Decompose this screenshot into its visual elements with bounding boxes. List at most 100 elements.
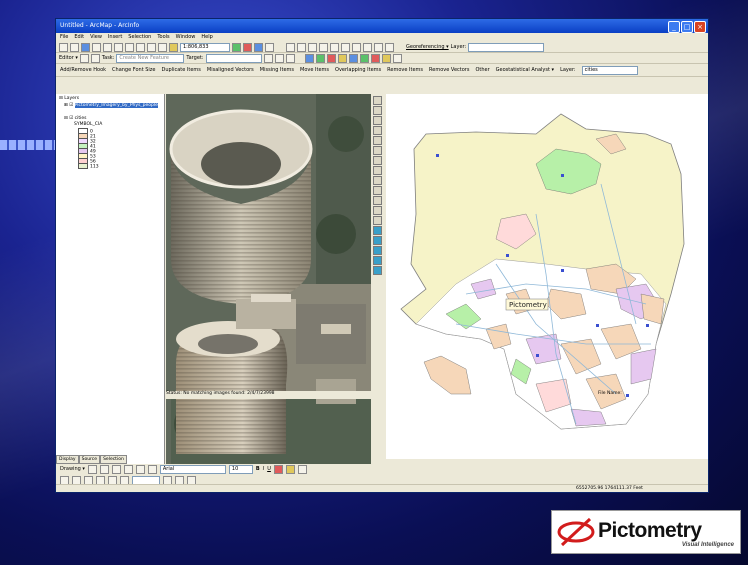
task-field[interactable]: Create New Feature bbox=[116, 53, 185, 63]
full-extent-icon[interactable] bbox=[319, 42, 328, 52]
measure-icon[interactable] bbox=[385, 42, 394, 52]
save-icon[interactable] bbox=[81, 42, 90, 52]
pan-icon[interactable] bbox=[308, 42, 317, 52]
qc-remove-items[interactable]: Remove Items bbox=[387, 67, 423, 73]
measure-distance-icon[interactable] bbox=[372, 156, 382, 165]
zoom-in-icon[interactable] bbox=[286, 42, 295, 52]
zoom-out-icon[interactable] bbox=[297, 42, 306, 52]
tab-source[interactable]: Source bbox=[78, 455, 101, 464]
open-icon[interactable] bbox=[70, 42, 79, 52]
qc-move-items[interactable]: Move Items bbox=[300, 67, 329, 73]
qc-overlapping-items[interactable]: Overlapping Items bbox=[335, 67, 381, 73]
menu-file[interactable]: File bbox=[60, 33, 68, 42]
sketch-tool-icon[interactable] bbox=[90, 53, 100, 63]
find-icon[interactable] bbox=[374, 42, 383, 52]
editor-toolbar-icon[interactable] bbox=[232, 42, 241, 52]
stop-icon[interactable] bbox=[326, 53, 336, 63]
rotate-icon[interactable] bbox=[99, 464, 109, 474]
menu-selection[interactable]: Selection bbox=[128, 33, 151, 42]
arctoolbox-icon[interactable] bbox=[243, 42, 252, 52]
menu-tools[interactable]: Tools bbox=[157, 33, 169, 42]
text-tool-icon[interactable] bbox=[135, 464, 145, 474]
split-tool-icon[interactable] bbox=[263, 53, 273, 63]
map-view[interactable]: Pictometry bbox=[386, 94, 708, 459]
forward-extent-icon[interactable] bbox=[341, 42, 350, 52]
font-color-icon[interactable] bbox=[273, 464, 283, 474]
qc-change-font-size[interactable]: Change Font Size bbox=[112, 67, 155, 73]
navigate-icon[interactable] bbox=[372, 106, 382, 115]
select-arrow-icon[interactable] bbox=[372, 96, 382, 105]
menu-insert[interactable]: Insert bbox=[108, 33, 122, 42]
menu-help[interactable]: Help bbox=[201, 33, 212, 42]
print-icon[interactable] bbox=[92, 42, 101, 52]
georef-layer-field[interactable] bbox=[468, 42, 545, 52]
south-view-icon[interactable] bbox=[372, 246, 382, 255]
whats-this-icon[interactable] bbox=[265, 42, 274, 52]
bearing-icon[interactable] bbox=[372, 196, 382, 205]
close-button[interactable]: × bbox=[694, 21, 706, 33]
tab-display[interactable]: Display bbox=[56, 455, 79, 464]
toc-layer-imagery[interactable]: ⊞ ☑ Pictometry_Imagery_by_Phys_people bbox=[64, 103, 158, 108]
ortho-view-icon[interactable] bbox=[372, 266, 382, 275]
refresh-icon[interactable] bbox=[304, 53, 314, 63]
font-field[interactable]: Arial bbox=[159, 464, 226, 474]
toc-layer-cities[interactable]: ⊟ ☑ cities bbox=[64, 116, 87, 121]
measure-height-icon[interactable] bbox=[372, 146, 382, 155]
font-size-field[interactable]: 10 bbox=[228, 464, 253, 474]
bookmark-icon[interactable] bbox=[337, 53, 347, 63]
qc-duplicate-items[interactable]: Duplicate Items bbox=[162, 67, 201, 73]
rectangle-icon[interactable] bbox=[123, 464, 133, 474]
add-data-icon[interactable] bbox=[169, 42, 178, 52]
qc-other[interactable]: Other bbox=[475, 67, 489, 73]
scale-field[interactable]: 1:806,833 bbox=[180, 42, 230, 52]
layers-icon[interactable] bbox=[359, 53, 369, 63]
drawing-menu[interactable]: Drawing ▾ bbox=[60, 466, 85, 472]
undo-icon[interactable] bbox=[147, 42, 156, 52]
geostatistical-analyst-menu[interactable]: Geostatistical Analyst ▾ bbox=[496, 67, 554, 73]
select-features-icon[interactable] bbox=[352, 42, 361, 52]
go-to-icon[interactable] bbox=[315, 53, 325, 63]
text-icon[interactable] bbox=[372, 206, 382, 215]
star-icon[interactable] bbox=[381, 53, 391, 63]
redo-icon[interactable] bbox=[158, 42, 167, 52]
paste-icon[interactable] bbox=[125, 42, 134, 52]
target-field[interactable] bbox=[205, 53, 262, 63]
back-extent-icon[interactable] bbox=[330, 42, 339, 52]
maximize-button[interactable]: □ bbox=[681, 21, 693, 33]
bold-button[interactable]: B bbox=[256, 466, 260, 472]
toc-class-item[interactable]: 113 bbox=[78, 163, 99, 170]
line-color-icon[interactable] bbox=[297, 464, 307, 474]
new-icon[interactable] bbox=[59, 42, 68, 52]
zoom-in-icon[interactable] bbox=[372, 116, 382, 125]
attributes-icon[interactable] bbox=[285, 53, 295, 63]
pan-icon[interactable] bbox=[372, 136, 382, 145]
edit-tool-icon[interactable] bbox=[79, 53, 89, 63]
catalog-icon[interactable] bbox=[254, 42, 263, 52]
italic-button[interactable]: I bbox=[263, 466, 264, 472]
info-icon[interactable] bbox=[372, 216, 382, 225]
qc-misaligned-vectors[interactable]: Misaligned Vectors bbox=[207, 67, 254, 73]
minimize-button[interactable]: _ bbox=[668, 21, 680, 33]
copy-icon[interactable] bbox=[114, 42, 123, 52]
menu-edit[interactable]: Edit bbox=[74, 33, 84, 42]
qc-layer-field[interactable]: cities bbox=[581, 65, 638, 75]
select-elements-icon[interactable] bbox=[87, 464, 97, 474]
elevation-icon[interactable] bbox=[372, 176, 382, 185]
aerial-image-viewer[interactable] bbox=[166, 94, 371, 464]
menu-view[interactable]: View bbox=[90, 33, 102, 42]
location-icon[interactable] bbox=[372, 186, 382, 195]
toc-root[interactable]: ⊟ Layers bbox=[59, 96, 79, 101]
info-icon[interactable] bbox=[392, 53, 402, 63]
north-view-icon[interactable] bbox=[372, 226, 382, 235]
menu-window[interactable]: Window bbox=[176, 33, 196, 42]
qc-missing-items[interactable]: Missing Items bbox=[260, 67, 294, 73]
qc-remove-vectors[interactable]: Remove Vectors bbox=[429, 67, 469, 73]
west-view-icon[interactable] bbox=[372, 256, 382, 265]
identify-icon[interactable] bbox=[363, 42, 372, 52]
arrow-right-icon[interactable] bbox=[348, 53, 358, 63]
flag-icon[interactable] bbox=[370, 53, 380, 63]
georeferencing-menu[interactable]: Georeferencing ▾ bbox=[406, 44, 449, 50]
rotate-tool-icon[interactable] bbox=[274, 53, 284, 63]
tab-selection[interactable]: Selection bbox=[100, 455, 127, 464]
zoom-whole-page-icon[interactable] bbox=[111, 464, 121, 474]
